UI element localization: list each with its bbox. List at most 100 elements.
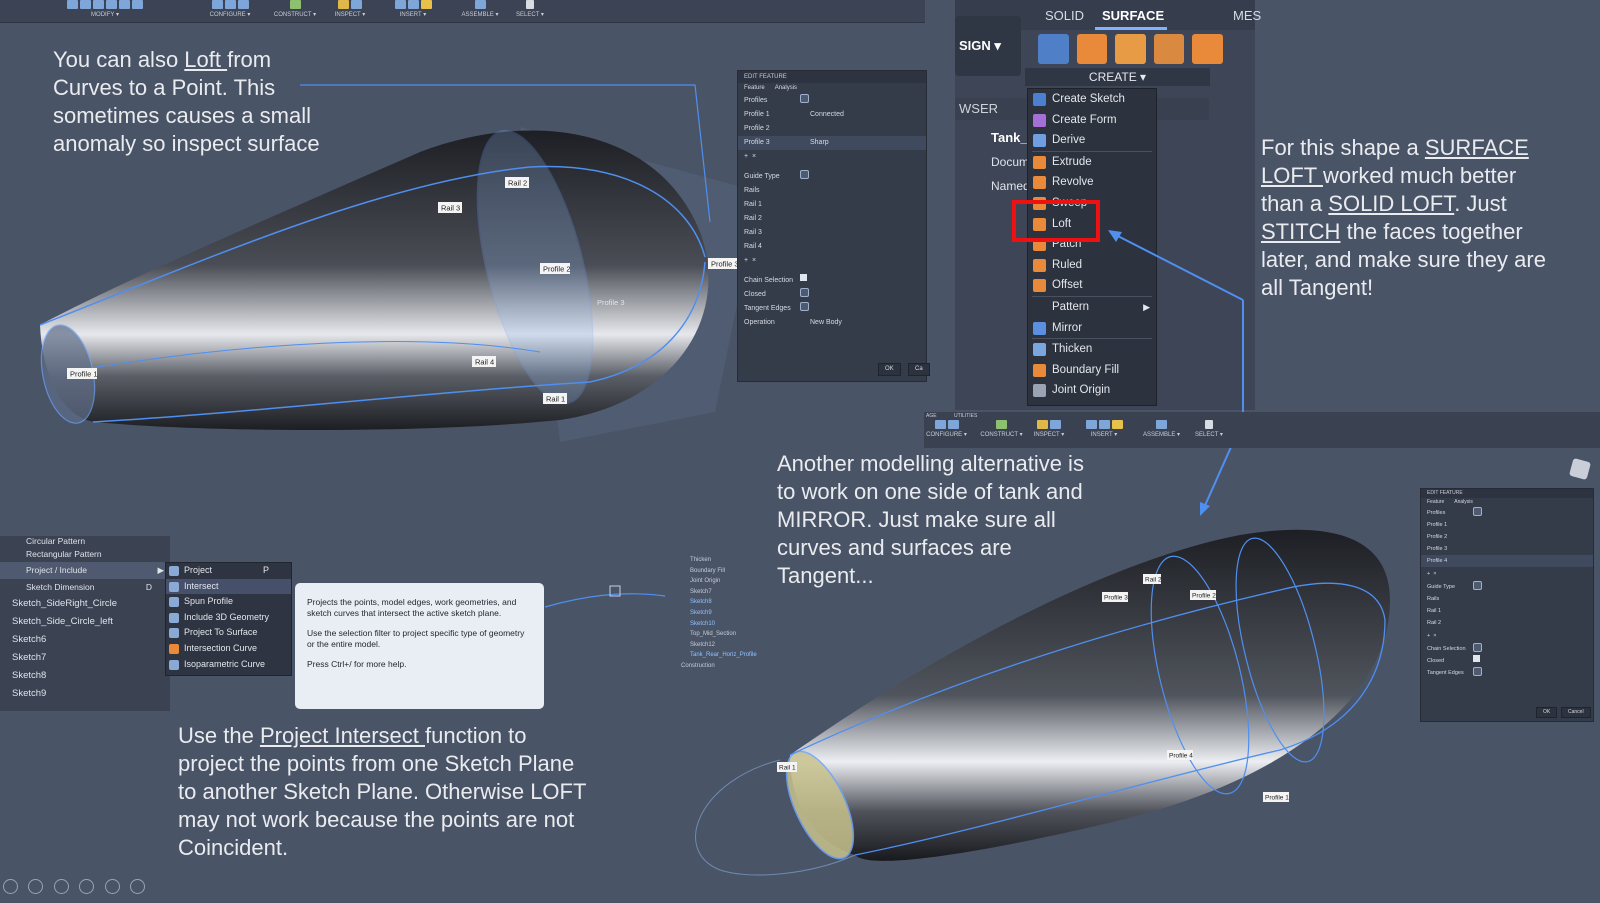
cancel-button[interactable]: Ca <box>908 363 930 376</box>
closed-row[interactable]: Closed <box>738 288 926 302</box>
profiles-row[interactable]: Profiles <box>1421 507 1593 519</box>
tree-item[interactable]: Sketch7 <box>665 587 795 598</box>
tab-analysis[interactable]: Analysis <box>1454 499 1473 505</box>
operation-value[interactable]: New Body <box>810 316 842 330</box>
create-sketch-icon[interactable] <box>1038 34 1069 64</box>
tangent-edges-row[interactable]: Tangent Edges <box>1421 667 1593 679</box>
rails-row[interactable]: Rails <box>738 184 926 198</box>
rail-row[interactable]: Rail 4 <box>738 240 926 254</box>
submenu-item-spun-profile[interactable]: Spun Profile <box>166 594 291 610</box>
list-item[interactable]: Sketch6 <box>0 631 170 649</box>
list-item[interactable]: Rectangular Pattern <box>0 547 170 562</box>
tree-item[interactable]: Construction <box>665 661 795 672</box>
ok-button[interactable]: OK <box>878 363 901 376</box>
guide-type-row[interactable]: Guide Type <box>738 170 926 184</box>
toolbar-insert[interactable]: INSERT ▾ <box>1074 420 1134 438</box>
toolbar-construct[interactable]: CONSTRUCT ▾ <box>270 0 320 22</box>
guide-type-icon[interactable] <box>800 170 809 179</box>
toolbar-modify[interactable]: MODIFY ▾ <box>35 0 175 22</box>
select-arrow-icon[interactable] <box>800 94 809 103</box>
toolbar-insert[interactable]: INSERT ▾ <box>383 0 443 22</box>
chain-checkbox[interactable] <box>800 274 807 281</box>
tree-item[interactable]: Tank_ <box>961 126 1028 150</box>
tree-item[interactable]: Joint Origin <box>665 576 795 587</box>
rail-row[interactable]: Rail 3 <box>738 226 926 240</box>
edit-icon[interactable] <box>53 879 69 894</box>
add-remove-row[interactable]: + × <box>1421 567 1593 581</box>
list-item[interactable]: Sketch8 <box>0 667 170 685</box>
profile-row[interactable]: Profile 1 Connected <box>738 108 926 122</box>
tree-item[interactable]: Docum <box>961 150 1029 174</box>
submenu-item-include-3d[interactable]: Include 3D Geometry <box>166 610 291 626</box>
profiles-row[interactable]: Profiles <box>738 94 926 108</box>
chain-selection-row[interactable]: Chain Selection <box>738 274 926 288</box>
tab-surface[interactable]: SURFACE <box>1102 8 1164 23</box>
list-item[interactable]: Sketch_SideRight_Circle <box>0 595 170 613</box>
rails-row[interactable]: Rails <box>1421 593 1593 605</box>
tree-item[interactable]: Boundary Fill <box>665 566 795 577</box>
menu-item-create-sketch[interactable]: Create Sketch <box>1028 89 1156 110</box>
tree-item[interactable]: Top_Mid_Section <box>665 629 795 640</box>
submenu-item-project[interactable]: Project P <box>166 563 291 579</box>
patch-icon[interactable] <box>1192 34 1223 64</box>
list-item[interactable]: Sketch_Side_Circle_left <box>0 613 170 631</box>
toolbar-assemble[interactable]: ASSEMBLE ▾ <box>1139 420 1184 438</box>
submenu-item-intersection-curve[interactable]: Intersection Curve <box>166 641 291 657</box>
list-item[interactable]: Circular Pattern <box>0 536 170 547</box>
tank-body-right[interactable] <box>790 529 1390 861</box>
toolbar-inspect[interactable]: INSPECT ▾ <box>1029 420 1069 438</box>
tangent-icon[interactable] <box>1473 667 1482 676</box>
list-item-project-include[interactable]: Project / Include ▶ <box>0 562 170 579</box>
closed-row[interactable]: Closed <box>1421 655 1593 667</box>
operation-row[interactable]: Operation New Body <box>738 316 926 330</box>
select-arrow-icon[interactable] <box>1473 507 1482 516</box>
tank-body[interactable] <box>40 130 709 430</box>
toolbar-construct[interactable]: CONSTRUCT ▾ <box>979 420 1024 438</box>
menu-item-extrude[interactable]: Extrude <box>1028 152 1156 173</box>
tree-item[interactable]: Named <box>961 174 1030 198</box>
closed-checkbox[interactable] <box>1473 655 1480 662</box>
tree-item[interactable]: Sketch8 <box>665 597 795 608</box>
guide-type-row[interactable]: Guide Type <box>1421 581 1593 593</box>
profile-row[interactable]: Profile 2 <box>738 122 926 136</box>
toolbar-configure[interactable]: CONFIGURE ▾ <box>924 420 969 438</box>
tree-item[interactable]: Sketch10 <box>665 619 795 630</box>
submenu-item-project-to-surface[interactable]: Project To Surface <box>166 625 291 641</box>
menu-item-create-form[interactable]: Create Form <box>1028 110 1156 131</box>
revolve-icon[interactable] <box>1115 34 1146 64</box>
tree-item[interactable]: Sketch12 <box>665 640 795 651</box>
toolbar-select[interactable]: SELECT ▾ <box>1189 420 1229 438</box>
profile-row[interactable]: Profile 3 Sharp <box>738 136 926 150</box>
tab-analysis[interactable]: Analysis <box>775 85 797 91</box>
submenu-item-intersect[interactable]: Intersect <box>166 578 291 595</box>
rail-row[interactable]: Rail 1 <box>738 198 926 212</box>
tree-item[interactable]: Thicken <box>665 555 795 566</box>
toolbar-select[interactable]: SELECT ▾ <box>510 0 550 22</box>
list-item[interactable]: Sketch7 <box>0 649 170 667</box>
create-dropdown[interactable]: CREATE ▾ <box>1025 68 1210 86</box>
tab-feature[interactable]: Feature <box>1427 499 1444 505</box>
extrude-icon[interactable] <box>1076 34 1108 64</box>
profile-row[interactable]: Profile 3 <box>1421 543 1593 555</box>
toolbar-inspect[interactable]: INSPECT ▾ <box>325 0 375 22</box>
rail-row[interactable]: Rail 1 <box>1421 605 1593 617</box>
guide-type-icon[interactable] <box>1473 581 1482 590</box>
list-item-sketch-dimension[interactable]: Sketch Dimension D <box>0 579 170 595</box>
toolbar-assemble[interactable]: ASSEMBLE ▾ <box>455 0 505 22</box>
play-icon[interactable] <box>28 879 44 894</box>
rail-row[interactable]: Rail 2 <box>1421 617 1593 629</box>
tree-item[interactable]: Sketch9 <box>665 608 795 619</box>
profile-row[interactable]: Profile 2 <box>1421 531 1593 543</box>
tangent-edges-row[interactable]: Tangent Edges <box>738 302 926 316</box>
tab-mesh[interactable]: MES <box>1233 8 1261 23</box>
tab-solid[interactable]: SOLID <box>1045 8 1084 23</box>
toolbar-configure[interactable]: CONFIGURE ▾ <box>195 0 265 22</box>
tree-item[interactable]: Tank_Rear_Horiz_Profile <box>665 650 795 661</box>
add-remove-row[interactable]: + × <box>1421 629 1593 643</box>
profile-row[interactable]: Profile 4 <box>1421 555 1593 567</box>
tangent-icon[interactable] <box>800 302 809 311</box>
loft-icon[interactable] <box>1153 34 1185 64</box>
menu-item-derive[interactable]: Derive <box>1028 130 1156 151</box>
ok-button[interactable]: OK <box>1536 707 1558 718</box>
menu-item-revolve[interactable]: Revolve <box>1028 172 1156 193</box>
